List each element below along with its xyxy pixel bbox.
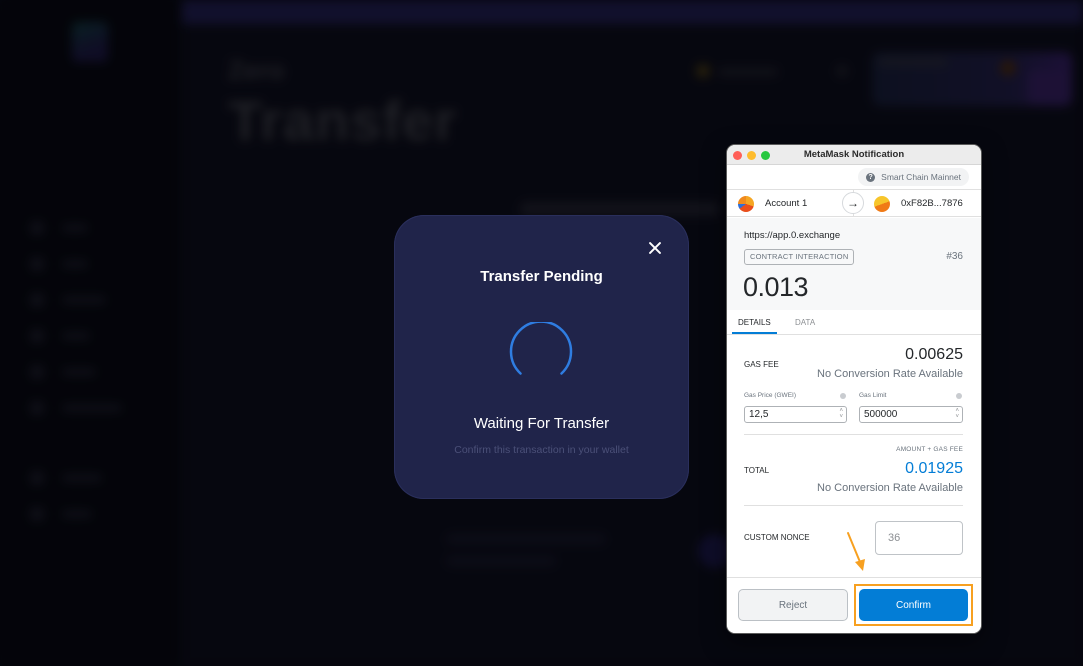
divider [744, 505, 963, 506]
arrow-right-icon: → [842, 192, 864, 214]
window-titlebar: MetaMask Notification [727, 145, 981, 165]
tab-data[interactable]: DATA [795, 318, 815, 327]
nonce-tag: #36 [946, 251, 963, 262]
gas-price-label: Gas Price (GWEI) [744, 392, 797, 399]
account-flow: Account 1 → 0xF82B...7876 [727, 189, 981, 217]
total-conversion: No Conversion Rate Available [817, 482, 963, 494]
close-icon[interactable] [646, 239, 664, 257]
tab-details[interactable]: DETAILS [738, 318, 771, 327]
gas-price-input[interactable]: 12,5 ˄ ˅ [744, 406, 847, 423]
gas-fee-conversion: No Conversion Rate Available [817, 368, 963, 380]
gas-fee-label: GAS FEE [744, 360, 779, 369]
total-label: TOTAL [744, 466, 770, 475]
from-account-name: Account 1 [765, 198, 808, 209]
loading-spinner-icon [509, 322, 573, 375]
custom-nonce-input[interactable]: 36 [875, 521, 963, 555]
transaction-amount: 0.013 [743, 272, 809, 302]
transaction-type-badge: CONTRACT INTERACTION [744, 249, 855, 265]
detail-tabs: DETAILS DATA [727, 311, 981, 335]
confirm-button[interactable]: Confirm [859, 589, 968, 621]
window-title: MetaMask Notification [803, 149, 905, 160]
transaction-summary: https://app.0.exchange CONTRACT INTERACT… [727, 218, 981, 310]
help-icon: ? [866, 172, 876, 182]
to-account-avatar [874, 196, 890, 212]
network-name: Smart Chain Mainnet [881, 172, 961, 182]
action-footer: Reject Confirm [727, 577, 981, 633]
from-account-avatar [738, 196, 754, 212]
stepper-icon[interactable]: ˄ ˅ [955, 408, 959, 420]
divider [744, 434, 963, 435]
to-address[interactable]: 0xF82B...7876 [901, 198, 963, 209]
network-indicator[interactable]: ? Smart Chain Mainnet [858, 168, 969, 186]
reject-button[interactable]: Reject [738, 589, 848, 621]
info-icon[interactable] [840, 393, 846, 399]
total-value: 0.01925 [905, 460, 963, 477]
custom-nonce-label: CUSTOM NONCE [744, 533, 810, 542]
wallet-hint: Confirm this transaction in your wallet [454, 444, 629, 456]
info-icon[interactable] [956, 393, 962, 399]
total-caption: AMOUNT + GAS FEE [896, 446, 963, 453]
stepper-icon[interactable]: ˄ ˅ [839, 408, 843, 420]
waiting-status: Waiting For Transfer [473, 415, 610, 432]
gas-limit-input[interactable]: 500000 ˄ ˅ [859, 406, 963, 423]
gas-fee-value: 0.00625 [905, 346, 963, 363]
origin-url: https://app.0.exchange [744, 230, 841, 241]
active-tab-indicator [732, 332, 777, 334]
transfer-pending-modal: Transfer Pending Waiting For Transfer Co… [394, 215, 689, 499]
screen: Zero Transfer Transfer Pending Waiting F… [0, 0, 1083, 666]
metamask-window: MetaMask Notification ? Smart Chain Main… [727, 145, 981, 633]
gas-limit-label: Gas Limit [859, 392, 887, 399]
modal-title: Transfer Pending [480, 268, 603, 285]
